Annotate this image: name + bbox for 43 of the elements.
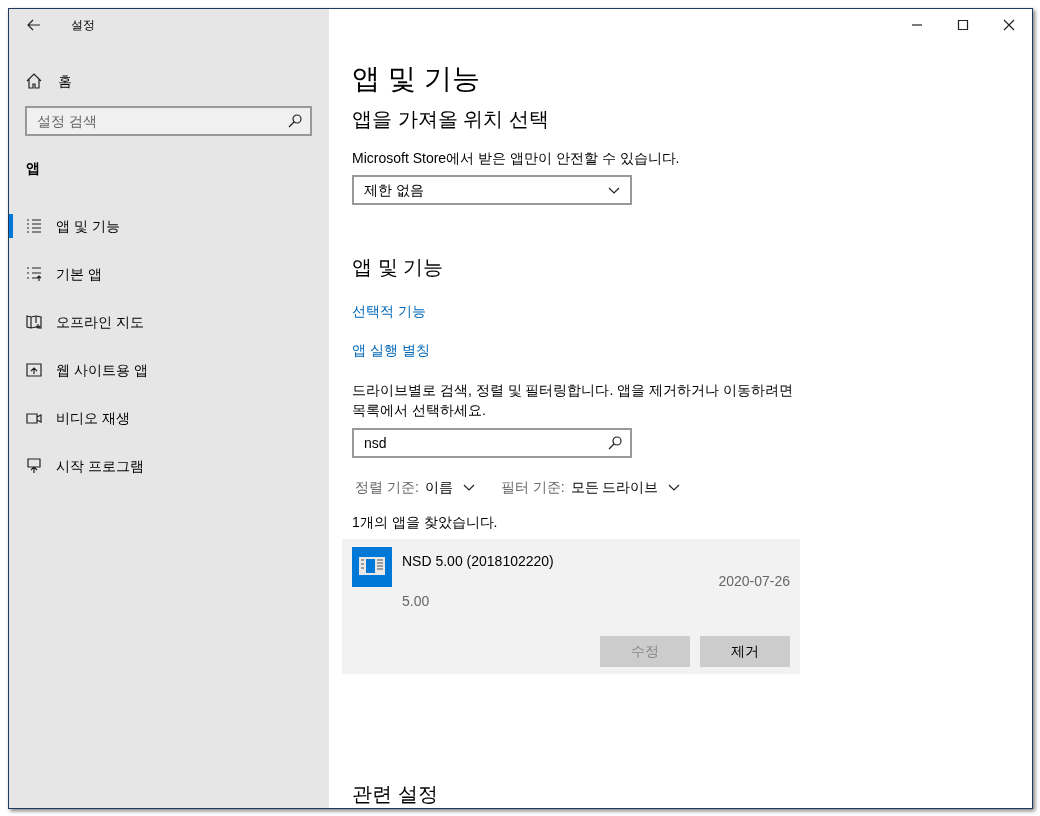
nav-item[interactable]: 비디오 재생 xyxy=(9,394,329,442)
section-heading: 앱을 가져올 위치 선택 xyxy=(352,107,550,132)
chevron-down-icon xyxy=(462,483,475,491)
search-icon xyxy=(288,114,302,128)
link[interactable]: 선택적 기능 xyxy=(352,301,426,322)
nav-icon xyxy=(26,458,42,474)
sort-dropdown[interactable]: 정렬 기준: 이름 xyxy=(355,476,475,498)
app-window-icon xyxy=(352,546,392,587)
nav-item[interactable]: 시작 프로그램 xyxy=(9,442,329,490)
window-title: 설정 xyxy=(71,17,95,34)
maximize-icon xyxy=(957,19,969,31)
dropdown[interactable]: 제한 없음 xyxy=(352,175,632,206)
nav-icon xyxy=(26,218,42,234)
nav-icon xyxy=(26,410,42,426)
nav-item[interactable]: 오프라인 지도 xyxy=(9,298,329,346)
filter-dropdown[interactable]: 필터 기준: 모든 드라이브 xyxy=(500,476,681,498)
page-title: 앱 및 기능 xyxy=(352,62,481,96)
app-name: NSD 5.00 (2018102220) xyxy=(402,551,554,571)
section-heading: 앱 및 기능 xyxy=(352,255,445,281)
nav-icon xyxy=(26,266,42,282)
close-icon xyxy=(1003,19,1015,31)
app-version: 5.00 xyxy=(402,591,430,611)
uninstall-button[interactable]: 제거 xyxy=(700,635,790,667)
description-text: 드라이브별로 검색, 정렬 및 필터링합니다. 앱을 제거하거나 이동하려면 목록에서 선택하세요. xyxy=(352,381,794,421)
nav-icon xyxy=(26,314,42,330)
search-icon xyxy=(608,436,622,451)
chevron-down-icon xyxy=(608,186,620,194)
nav-item[interactable]: 앱 및 기능 xyxy=(9,202,329,250)
home-item[interactable]: 홈 xyxy=(9,65,329,97)
nav-icon xyxy=(26,362,42,378)
nav-item[interactable]: 기본 앱 xyxy=(9,250,329,298)
install-date: 2020-07-26 xyxy=(718,571,790,591)
back-arrow-icon xyxy=(27,19,41,31)
description-text: Microsoft Store에서 받은 앱만이 안전할 수 있습니다. xyxy=(352,149,681,168)
search-field[interactable]: nsd xyxy=(352,428,632,458)
nav-item[interactable]: 웹 사이트용 앱 xyxy=(9,346,329,394)
section-heading: 관련 설정 xyxy=(352,782,439,807)
link[interactable]: 앱 실행 별칭 xyxy=(352,340,430,361)
chevron-down-icon xyxy=(668,483,681,491)
search-field[interactable]: 설정 검색 xyxy=(25,106,312,136)
result-count: 1개의 앱을 찾았습니다. xyxy=(352,512,499,532)
section-heading: 앱 xyxy=(26,159,41,178)
home-icon xyxy=(26,73,42,89)
